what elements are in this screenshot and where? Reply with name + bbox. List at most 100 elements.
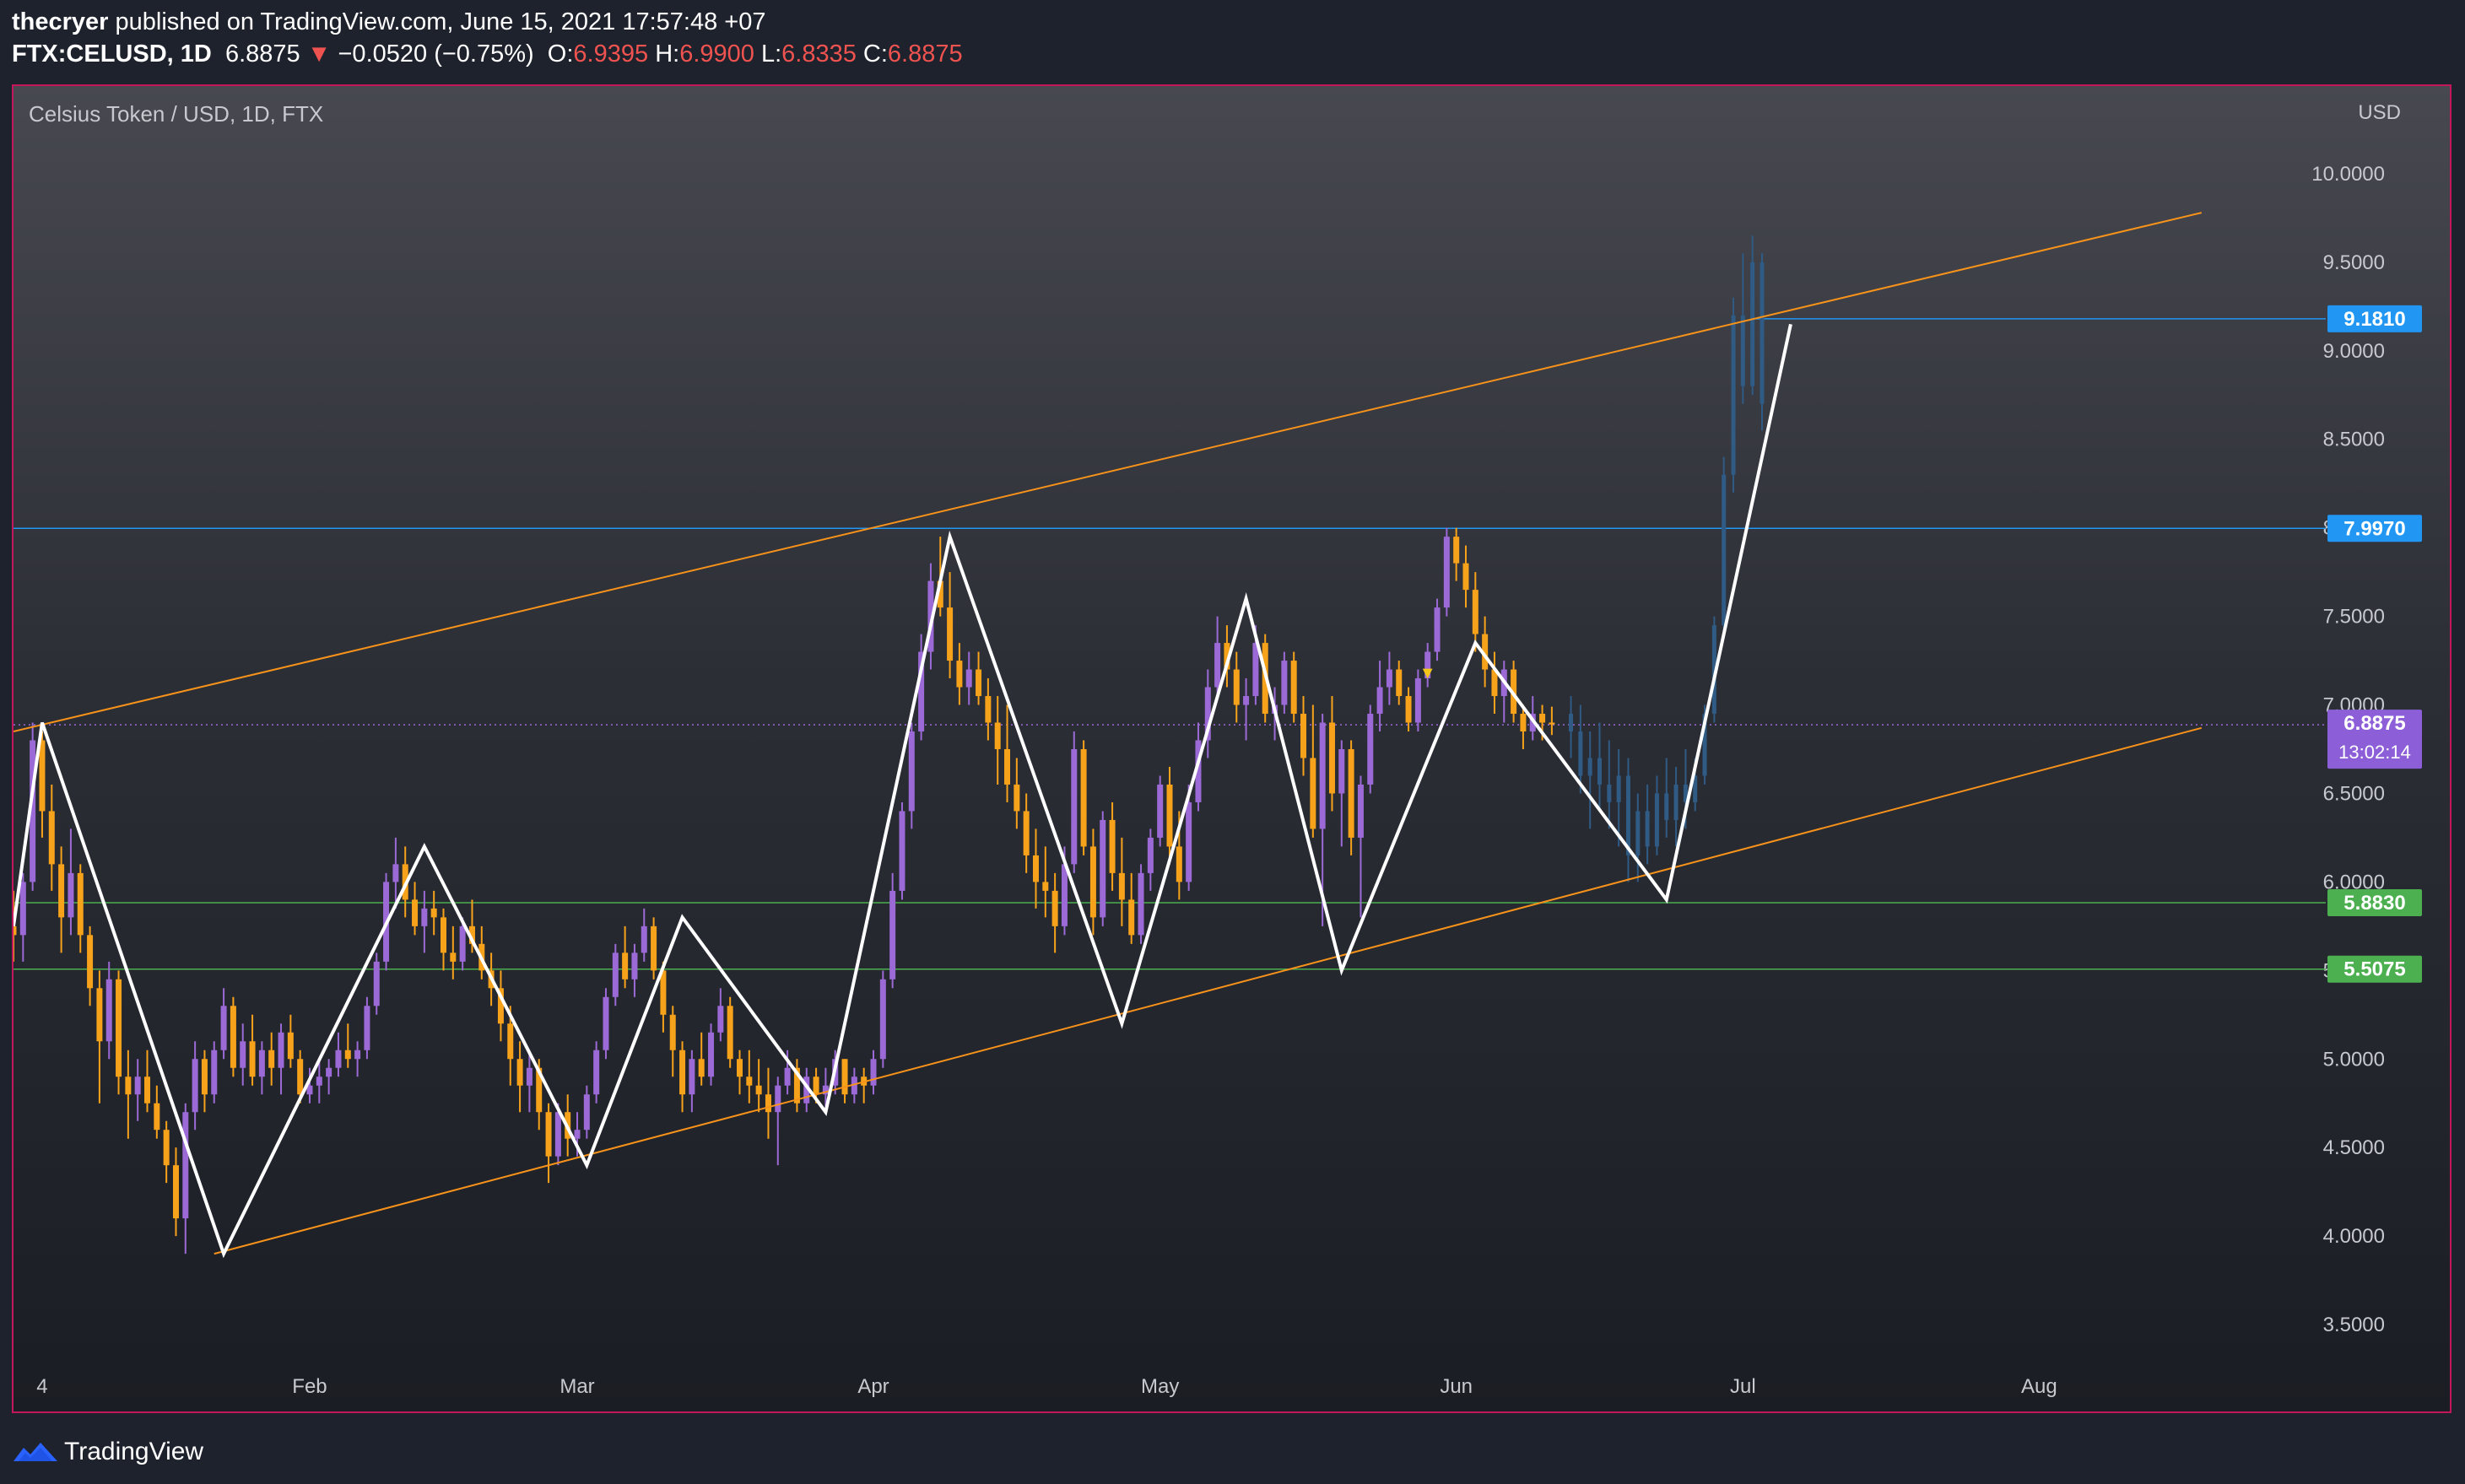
candle-body	[889, 890, 896, 979]
candle-body	[545, 1112, 552, 1157]
candle-body	[201, 1059, 208, 1095]
candle-body	[622, 952, 629, 979]
candle-body	[631, 952, 638, 979]
candle-body	[1109, 819, 1116, 873]
candle-body	[1061, 864, 1068, 926]
channel-line	[14, 212, 2203, 732]
candle-body	[1616, 775, 1621, 802]
candle-body	[1664, 793, 1669, 820]
candle-body	[1578, 731, 1583, 776]
candle-body	[841, 1059, 848, 1095]
candle-body	[507, 1023, 514, 1060]
candle-body	[48, 811, 55, 865]
candle-body	[1635, 811, 1641, 855]
candle-body	[612, 952, 619, 997]
candle-body	[775, 1085, 781, 1113]
candle-body	[947, 607, 954, 661]
candle-body	[1414, 678, 1421, 723]
footer: TradingView	[0, 1417, 2465, 1484]
symbol-info: FTX:CELUSD, 1D 6.8875 ▼ −0.0520 (−0.75%)…	[12, 40, 963, 68]
tradingview-logo-icon[interactable]	[12, 1436, 59, 1466]
price-label: 7.9970	[2343, 517, 2405, 540]
candle-body	[1118, 872, 1125, 900]
y-tick-label: 4.5000	[2323, 1136, 2385, 1159]
candle-body	[144, 1077, 151, 1104]
candle-body	[956, 661, 963, 688]
publish-text: published on TradingView.com, June 15, 2…	[108, 8, 766, 35]
candle-body	[1740, 315, 1745, 386]
close-value: 6.8875	[887, 40, 963, 67]
last-price-value: 6.8875	[224, 40, 300, 67]
candle-body	[1472, 590, 1478, 634]
candle-body	[1625, 775, 1630, 855]
candle-body	[965, 669, 972, 688]
candle-body	[116, 979, 122, 1077]
candle-body	[1128, 899, 1135, 936]
candle-body	[1607, 784, 1612, 802]
candle-body	[58, 864, 65, 918]
candle-body	[39, 740, 46, 812]
candle-body	[1233, 669, 1240, 705]
candle-body	[1147, 837, 1154, 873]
chart-area[interactable]: 3.50004.00004.50005.00005.50006.00006.50…	[12, 84, 2451, 1413]
candle-body	[392, 864, 399, 882]
y-tick-label: 4.0000	[2323, 1225, 2385, 1248]
candle-body	[412, 899, 419, 926]
candle-body	[230, 1006, 236, 1068]
x-tick-label: 4	[36, 1375, 47, 1398]
candle-body	[583, 1094, 590, 1131]
candle-body	[105, 979, 112, 1042]
price-label: 6.8875	[2343, 712, 2405, 735]
candle-body	[679, 1050, 686, 1095]
candle-body	[154, 1103, 160, 1131]
candle-body	[1080, 748, 1087, 847]
candle-body	[1386, 669, 1392, 688]
zigzag-line	[14, 323, 1792, 1259]
candle-body	[1539, 714, 1546, 723]
candle-body	[1569, 714, 1574, 732]
candle-body	[879, 979, 886, 1060]
candle-body	[182, 1112, 189, 1219]
candle-body	[459, 925, 466, 962]
candle-body	[1357, 784, 1364, 838]
candle-body	[593, 1050, 600, 1095]
x-tick-label: Feb	[292, 1375, 327, 1398]
candle-body	[1252, 643, 1259, 697]
candle-body	[258, 1050, 265, 1077]
candle-body	[1186, 801, 1192, 882]
candle-body	[1100, 819, 1106, 918]
candle-body	[87, 935, 94, 989]
tradingview-brand[interactable]: TradingView	[64, 1438, 203, 1466]
candle-body	[1042, 882, 1049, 891]
open-value: 6.9395	[573, 40, 649, 67]
publish-info: thecryer published on TradingView.com, J…	[12, 8, 766, 36]
candle-body	[1396, 669, 1403, 697]
y-tick-label: 7.5000	[2323, 606, 2385, 629]
currency-label[interactable]: USD	[2358, 101, 2401, 125]
close-label: C:	[862, 40, 888, 67]
price-label: 9.1810	[2343, 308, 2405, 331]
candle-body	[1549, 722, 1555, 725]
candle-body	[1750, 262, 1755, 386]
candle-body	[516, 1059, 523, 1086]
candle-body	[899, 811, 905, 891]
author-name[interactable]: thecryer	[12, 8, 108, 35]
price-label: 5.8830	[2343, 892, 2405, 915]
price-chart[interactable]: 3.50004.00004.50005.00005.50006.00006.50…	[14, 86, 2450, 1411]
candle-body	[1645, 811, 1650, 847]
candle-body	[1071, 748, 1078, 865]
candle-body	[364, 1006, 370, 1050]
candle-body	[641, 925, 647, 953]
candle-body	[240, 1041, 246, 1068]
candle-body	[1673, 784, 1678, 820]
candle-body	[727, 1006, 733, 1060]
countdown-label: 13:02:14	[2338, 742, 2411, 763]
candle-body	[1300, 714, 1307, 758]
candle-body	[1281, 661, 1288, 705]
candle-body	[192, 1059, 198, 1113]
candle-body	[1587, 758, 1592, 776]
candle-body	[1089, 846, 1096, 918]
x-tick-label: Jul	[1730, 1375, 1756, 1398]
candle-body	[976, 669, 982, 697]
candle-body	[574, 1130, 581, 1139]
